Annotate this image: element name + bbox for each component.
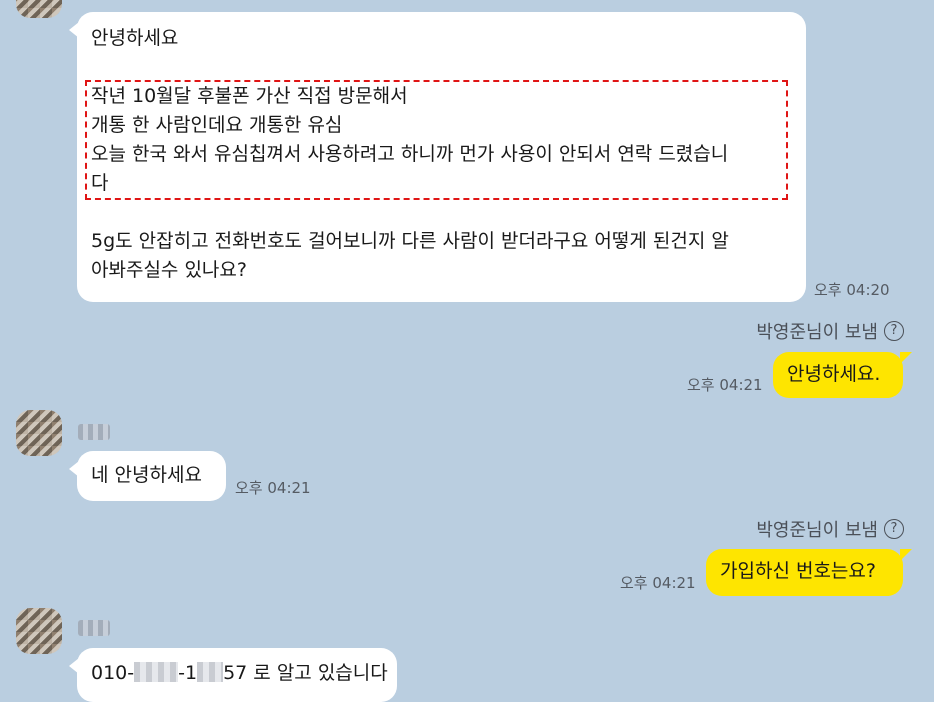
redacted-digits: [197, 662, 224, 682]
phone-mid: -1: [178, 662, 198, 684]
message-text: 네 안녕하세요: [91, 464, 202, 486]
incoming-message-bubble[interactable]: 안녕하세요 작년 10월달 후불폰 가산 직접 방문해서 개통 한 사람인데요 …: [69, 12, 806, 302]
message-timestamp: 오후 04:20: [814, 281, 890, 299]
message-timestamp: 오후 04:21: [235, 479, 311, 497]
phone-suffix: 57 로 알고 있습니다: [223, 662, 388, 684]
message-line: [91, 198, 792, 227]
avatar[interactable]: [16, 0, 62, 18]
outgoing-message-bubble[interactable]: 안녕하세요.: [773, 352, 912, 398]
incoming-message-bubble[interactable]: 네 안녕하세요: [69, 451, 226, 501]
message-text: 가입하신 번호는요?: [720, 560, 876, 582]
help-icon[interactable]: ?: [884, 519, 904, 539]
message-line: 안녕하세요: [91, 27, 179, 49]
help-icon[interactable]: ?: [884, 321, 904, 341]
message-line: 개통 한 사람인데요 개통한 유심: [91, 114, 343, 136]
message-line: [91, 53, 792, 82]
outgoing-message-bubble[interactable]: 가입하신 번호는요?: [706, 549, 912, 596]
message-line: 다: [91, 172, 109, 194]
sender-label: 박영준님이 보냄 ?: [756, 516, 904, 542]
message-timestamp: 오후 04:21: [687, 376, 763, 394]
message-text: 010- -1 57 로 알고 있습니다: [91, 659, 388, 688]
message-line: 작년 10월달 후불폰 가산 직접 방문해서: [91, 85, 408, 107]
message-text: 안녕하세요.: [787, 363, 881, 385]
redacted-digits: [134, 662, 179, 682]
message-timestamp: 오후 04:21: [620, 574, 696, 592]
sender-name: 박영준님이 보냄: [756, 520, 878, 541]
sender-name-redacted: [78, 620, 110, 636]
sender-name: 박영준님이 보냄: [756, 322, 878, 343]
sender-label: 박영준님이 보냄 ?: [756, 318, 904, 344]
phone-prefix: 010-: [91, 662, 135, 684]
message-line: 아봐주실수 있나요?: [91, 259, 247, 281]
avatar[interactable]: [16, 410, 62, 456]
message-line: 5g도 안잡히고 전화번호도 걸어보니까 다른 사람이 받더라구요 어떻게 된건…: [91, 230, 729, 252]
message-line: 오늘 한국 와서 유심칩껴서 사용하려고 하니까 먼가 사용이 안되서 연락 드…: [91, 143, 729, 165]
avatar[interactable]: [16, 608, 62, 654]
sender-name-redacted: [78, 424, 110, 440]
